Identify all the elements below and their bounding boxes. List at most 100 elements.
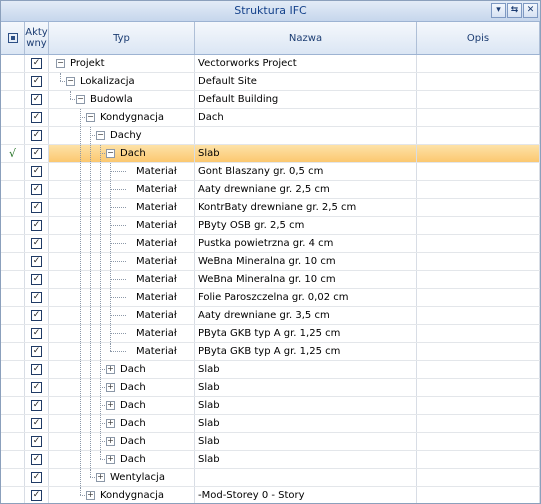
expand-icon[interactable]: +: [106, 383, 115, 392]
tree-row[interactable]: ✓ Materiał WeBna Mineralna gr. 10 cm: [1, 253, 540, 271]
active-checkbox[interactable]: ✓: [31, 202, 42, 213]
tree-row[interactable]: ✓ + Wentylacja: [1, 469, 540, 487]
active-checkbox[interactable]: ✓: [31, 346, 42, 357]
active-checkbox[interactable]: ✓: [31, 382, 42, 393]
description-cell[interactable]: [417, 55, 540, 72]
tree-row[interactable]: ✓ + Dach Slab: [1, 379, 540, 397]
active-checkbox[interactable]: ✓: [31, 184, 42, 195]
description-cell[interactable]: [417, 199, 540, 216]
description-cell[interactable]: [417, 217, 540, 234]
description-cell[interactable]: [417, 271, 540, 288]
active-checkbox[interactable]: ✓: [31, 310, 42, 321]
active-checkbox[interactable]: ✓: [31, 76, 42, 87]
description-cell[interactable]: [417, 397, 540, 414]
column-header-name[interactable]: Nazwa: [195, 22, 417, 54]
description-cell[interactable]: [417, 289, 540, 306]
expand-icon[interactable]: +: [106, 401, 115, 410]
tree-row[interactable]: ✓ Materiał KontrBaty drewniane gr. 2,5 cm: [1, 199, 540, 217]
tree-row[interactable]: ✓ − Budowla Default Building: [1, 91, 540, 109]
column-header-active[interactable]: Akty wny: [25, 22, 49, 54]
close-button[interactable]: ✕: [523, 3, 538, 18]
active-checkbox[interactable]: ✓: [31, 418, 42, 429]
name-cell[interactable]: Dach: [195, 109, 417, 126]
description-cell[interactable]: [417, 433, 540, 450]
collapse-icon[interactable]: −: [66, 77, 75, 86]
description-cell[interactable]: [417, 325, 540, 342]
active-checkbox[interactable]: ✓: [31, 292, 42, 303]
active-checkbox[interactable]: ✓: [31, 256, 42, 267]
description-cell[interactable]: [417, 415, 540, 432]
active-checkbox[interactable]: ✓: [31, 112, 42, 123]
tree-row[interactable]: ✓ + Dach Slab: [1, 451, 540, 469]
description-cell[interactable]: [417, 181, 540, 198]
expand-icon[interactable]: +: [106, 365, 115, 374]
active-checkbox[interactable]: ✓: [31, 94, 42, 105]
description-cell[interactable]: [417, 361, 540, 378]
tree-row[interactable]: ✓ Materiał Pustka powietrzna gr. 4 cm: [1, 235, 540, 253]
tree-row[interactable]: ✓ Materiał Folie Paroszczelna gr. 0,02 cm: [1, 289, 540, 307]
tree-row[interactable]: ✓ − Dachy: [1, 127, 540, 145]
name-cell[interactable]: Slab: [195, 361, 417, 378]
pin-button[interactable]: ⇆: [507, 3, 522, 18]
name-cell[interactable]: Slab: [195, 415, 417, 432]
dropdown-button[interactable]: ▾: [491, 3, 506, 18]
description-cell[interactable]: [417, 235, 540, 252]
name-cell[interactable]: Slab: [195, 433, 417, 450]
name-cell[interactable]: Default Site: [195, 73, 417, 90]
tree-row[interactable]: ✓ + Dach Slab: [1, 361, 540, 379]
description-cell[interactable]: [417, 127, 540, 144]
tree-row[interactable]: ✓ + Dach Slab: [1, 397, 540, 415]
expand-icon[interactable]: +: [96, 473, 105, 482]
active-checkbox[interactable]: ✓: [31, 130, 42, 141]
name-cell[interactable]: Pustka powietrzna gr. 4 cm: [195, 235, 417, 252]
description-cell[interactable]: [417, 343, 540, 360]
name-cell[interactable]: Folie Paroszczelna gr. 0,02 cm: [195, 289, 417, 306]
name-cell[interactable]: Slab: [195, 379, 417, 396]
name-cell[interactable]: KontrBaty drewniane gr. 2,5 cm: [195, 199, 417, 216]
tree-row[interactable]: √ ✓ − Dach Slab: [1, 145, 540, 163]
name-cell[interactable]: [195, 469, 417, 486]
active-checkbox[interactable]: ✓: [31, 364, 42, 375]
collapse-icon[interactable]: −: [56, 59, 65, 68]
name-cell[interactable]: PByta GKB typ A gr. 1,25 cm: [195, 343, 417, 360]
column-header-description[interactable]: Opis: [417, 22, 540, 54]
column-header-toggle[interactable]: [1, 22, 25, 54]
description-cell[interactable]: [417, 109, 540, 126]
name-cell[interactable]: WeBna Mineralna gr. 10 cm: [195, 253, 417, 270]
active-checkbox[interactable]: ✓: [31, 274, 42, 285]
active-checkbox[interactable]: ✓: [31, 166, 42, 177]
active-checkbox[interactable]: ✓: [31, 436, 42, 447]
tree-row[interactable]: ✓ + Dach Slab: [1, 433, 540, 451]
tree-row[interactable]: ✓ + Kondygnacja -Mod-Storey 0 - Story: [1, 487, 540, 503]
active-checkbox[interactable]: ✓: [31, 238, 42, 249]
description-cell[interactable]: [417, 163, 540, 180]
description-cell[interactable]: [417, 91, 540, 108]
expand-icon[interactable]: +: [106, 419, 115, 428]
active-checkbox[interactable]: ✓: [31, 472, 42, 483]
active-checkbox[interactable]: ✓: [31, 400, 42, 411]
active-checkbox[interactable]: ✓: [31, 490, 42, 501]
tree-row[interactable]: ✓ − Lokalizacja Default Site: [1, 73, 540, 91]
name-cell[interactable]: Aaty drewniane gr. 3,5 cm: [195, 307, 417, 324]
active-checkbox[interactable]: ✓: [31, 220, 42, 231]
description-cell[interactable]: [417, 307, 540, 324]
name-cell[interactable]: [195, 127, 417, 144]
name-cell[interactable]: Slab: [195, 397, 417, 414]
description-cell[interactable]: [417, 253, 540, 270]
column-header-type[interactable]: Typ: [49, 22, 195, 54]
name-cell[interactable]: Slab: [195, 145, 417, 162]
active-checkbox[interactable]: ✓: [31, 58, 42, 69]
active-checkbox[interactable]: ✓: [31, 328, 42, 339]
collapse-icon[interactable]: −: [76, 95, 85, 104]
tree-row[interactable]: ✓ Materiał WeBna Mineralna gr. 10 cm: [1, 271, 540, 289]
name-cell[interactable]: Slab: [195, 451, 417, 468]
name-cell[interactable]: Aaty drewniane gr. 2,5 cm: [195, 181, 417, 198]
name-cell[interactable]: Default Building: [195, 91, 417, 108]
tree-row[interactable]: ✓ − Kondygnacja Dach: [1, 109, 540, 127]
tree-row[interactable]: ✓ Materiał Aaty drewniane gr. 3,5 cm: [1, 307, 540, 325]
tree-row[interactable]: ✓ Materiał Aaty drewniane gr. 2,5 cm: [1, 181, 540, 199]
name-cell[interactable]: WeBna Mineralna gr. 10 cm: [195, 271, 417, 288]
description-cell[interactable]: [417, 73, 540, 90]
tree-row[interactable]: ✓ − Projekt Vectorworks Project: [1, 55, 540, 73]
expand-icon[interactable]: +: [86, 491, 95, 500]
